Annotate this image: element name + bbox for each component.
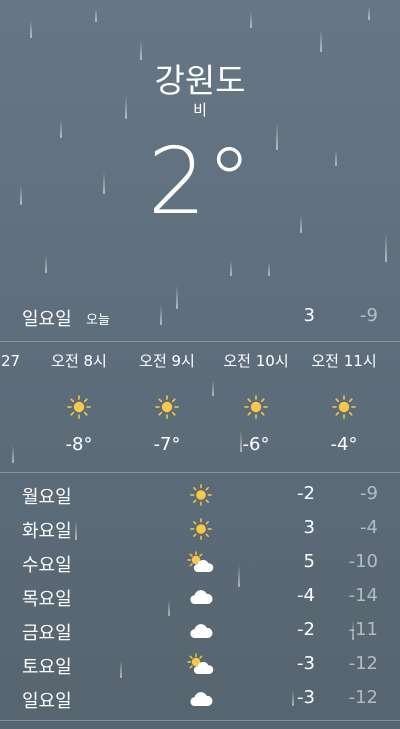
daily-row: 일요일 -3 -12 [0, 685, 400, 719]
daily-row: 화요일 3 -4 [0, 515, 400, 549]
daily-day: 화요일 [22, 521, 72, 542]
daily-low: -9 [360, 483, 378, 504]
hourly-forecast[interactable]: :27 오전 8시 -8° 오전 9시 -7° 오전 10시 -6° 오전 11… [0, 350, 400, 470]
sun-icon [186, 483, 216, 507]
sun-icon [216, 392, 296, 422]
hour-temp: -4° [330, 434, 358, 455]
daily-low: -12 [348, 653, 378, 674]
daily-high: -2 [297, 619, 315, 640]
hour-item: 오전 9시 -7° [127, 350, 207, 455]
hour-time: 오전 9시 [139, 352, 195, 370]
divider [0, 341, 400, 342]
daily-day: 금요일 [22, 623, 72, 644]
daily-high: -4 [297, 585, 315, 606]
hour-time: 오전 8시 [51, 352, 107, 370]
daily-high: -2 [297, 483, 315, 504]
daily-day: 수요일 [22, 555, 72, 576]
city-name: 강원도 [154, 61, 246, 100]
daily-row: 목요일 -4 -14 [0, 583, 400, 617]
sun-icon [127, 392, 207, 422]
cloud-icon [186, 585, 216, 609]
daily-low: -12 [348, 687, 378, 708]
daily-high: 5 [303, 551, 315, 572]
daily-day: 일요일 [22, 691, 72, 712]
today-low: -9 [360, 305, 378, 326]
partly-cloudy-icon [186, 653, 216, 677]
daily-high: 3 [303, 517, 315, 538]
hour-item: 오전 8시 -8° [39, 350, 119, 455]
cloud-icon [186, 687, 216, 711]
daily-high: -3 [297, 653, 315, 674]
daily-day: 토요일 [22, 657, 72, 678]
today-high: 3 [303, 305, 315, 326]
divider [0, 720, 400, 721]
daily-low: -4 [360, 517, 378, 538]
today-label: 오늘 [86, 313, 110, 328]
today-summary: 일요일 오늘 3 -9 [0, 305, 400, 331]
hour-time: 오전 11시 [311, 352, 377, 370]
daily-day: 월요일 [22, 487, 72, 508]
hour-temp: -6° [242, 434, 270, 455]
hour-item: 오전 11시 -4° [304, 350, 384, 455]
partly-cloudy-icon [186, 551, 216, 575]
hour-temp: -8° [65, 434, 93, 455]
hour-item: 오전 10시 -6° [216, 350, 296, 455]
hour-temp: -7° [153, 434, 181, 455]
daily-row: 월요일 -2 -9 [0, 481, 400, 515]
current-temperature: 2° [147, 128, 253, 235]
sun-icon [304, 392, 384, 422]
daily-row: 금요일 -2 -11 [0, 617, 400, 651]
hour-time: 오전 10시 [223, 352, 289, 370]
daily-low: -10 [348, 551, 378, 572]
daily-high: -3 [297, 687, 315, 708]
divider [0, 472, 400, 473]
sun-icon [186, 517, 216, 541]
daily-low: -14 [348, 585, 378, 606]
daily-row: 토요일 -3 -12 [0, 651, 400, 685]
sun-icon [39, 392, 119, 422]
weather-condition: 비 [193, 101, 207, 119]
daily-forecast: 월요일 -2 -9 화요일 3 -4 수요일 5 -10 목요일 -4 -14 … [0, 481, 400, 719]
daily-day: 목요일 [22, 589, 72, 610]
daily-row: 수요일 5 -10 [0, 549, 400, 583]
daily-low: -11 [348, 619, 378, 640]
cloud-icon [186, 619, 216, 643]
today-day: 일요일 [22, 309, 72, 330]
